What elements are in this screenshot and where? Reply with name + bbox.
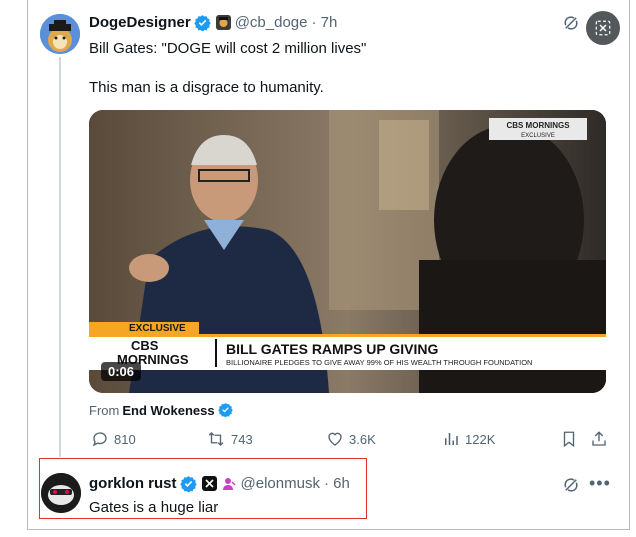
- affiliate-badge-icon[interactable]: [215, 15, 231, 30]
- corner-brand: CBS MORNINGS: [506, 121, 570, 130]
- bookmark-button[interactable]: [560, 430, 583, 448]
- views-icon: [445, 433, 458, 445]
- reply-highlight-box: [39, 458, 367, 519]
- video-player[interactable]: CBS MORNINGS EXCLUSIVE EXCLUSIVE CBS MOR…: [89, 110, 606, 393]
- author-handle[interactable]: @cb_doge: [235, 14, 308, 31]
- author-avatar[interactable]: [40, 14, 80, 54]
- views-button[interactable]: 122K: [442, 430, 495, 448]
- video-headline: BILL GATES RAMPS UP GIVING: [226, 341, 438, 357]
- verified-icon: [193, 14, 211, 32]
- like-count: 3.6K: [349, 431, 376, 447]
- tweet-time[interactable]: · 7h: [311, 14, 337, 31]
- reply-icon: [92, 432, 107, 447]
- grok-icon[interactable]: [562, 14, 580, 37]
- bookmark-icon: [563, 431, 575, 448]
- show-name-1: CBS: [131, 338, 159, 353]
- share-button[interactable]: [590, 430, 613, 448]
- grok-icon[interactable]: [562, 476, 580, 499]
- close-button[interactable]: [586, 11, 620, 45]
- repost-count: 743: [231, 431, 253, 447]
- corner-sub: EXCLUSIVE: [521, 133, 555, 139]
- close-icon: [595, 20, 611, 36]
- from-prefix: From: [89, 403, 120, 418]
- tweet-text-line1: Bill Gates: "DOGE will cost 2 million li…: [89, 40, 367, 57]
- like-icon: [328, 432, 342, 446]
- tweet-header: DogeDesigner @cb_doge · 7h: [89, 14, 337, 32]
- from-account[interactable]: End Wokeness: [122, 403, 214, 418]
- reply-count: 810: [114, 431, 136, 447]
- author-name[interactable]: DogeDesigner: [89, 14, 191, 31]
- reply-button[interactable]: 810: [91, 430, 136, 448]
- share-icon: [592, 431, 606, 446]
- video-duration: 0:06: [101, 362, 142, 381]
- source-attribution: From End Wokeness: [89, 402, 235, 419]
- verified-icon: [217, 402, 235, 419]
- video-subheadline: BILLIONAIRE PLEDGES TO GIVE AWAY 99% OF …: [226, 358, 532, 367]
- tweet-text-line2: This man is a disgrace to humanity.: [89, 79, 324, 96]
- thread-line: [59, 57, 61, 457]
- repost-button[interactable]: 743: [206, 430, 253, 448]
- like-button[interactable]: 3.6K: [326, 430, 376, 448]
- repost-icon: [208, 432, 224, 446]
- lower-third-tag: EXCLUSIVE: [129, 323, 186, 334]
- views-count: 122K: [465, 431, 496, 447]
- more-icon[interactable]: •••: [589, 473, 611, 494]
